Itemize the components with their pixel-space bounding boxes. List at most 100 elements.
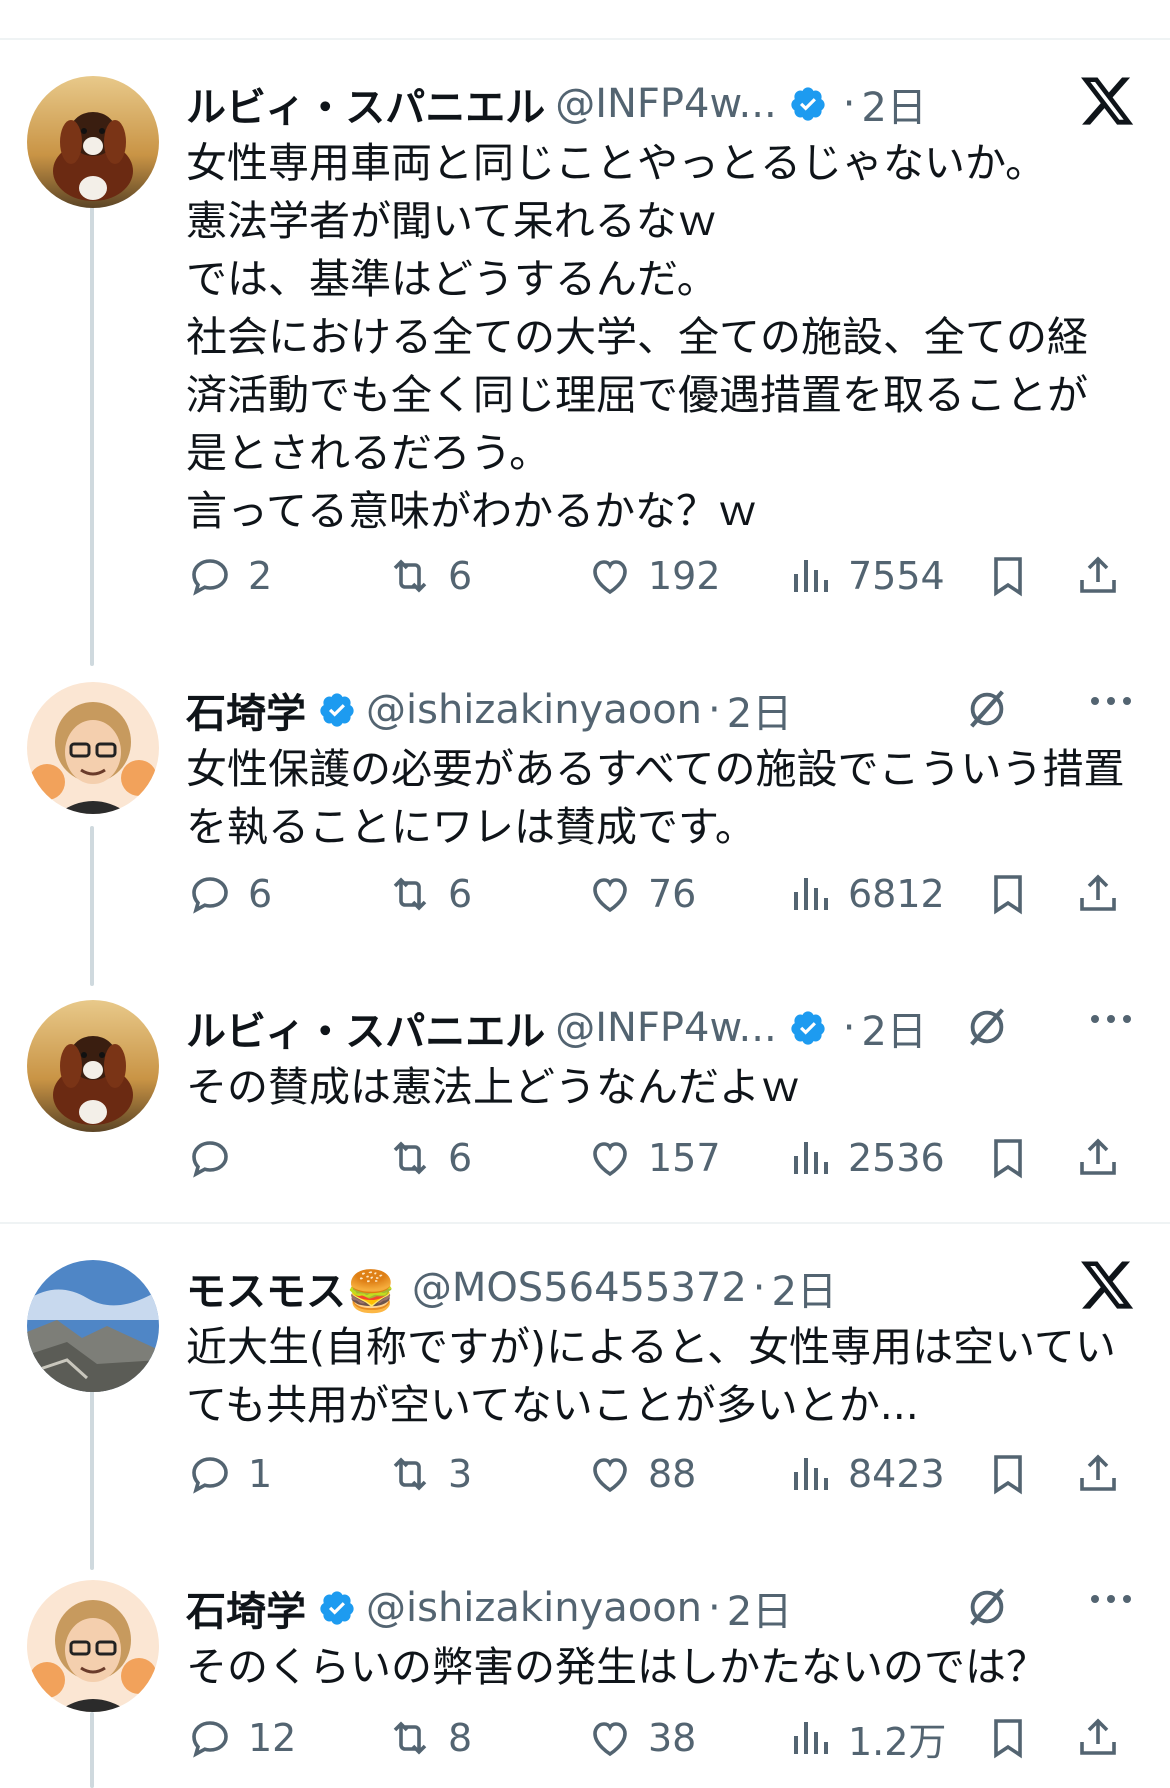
- retweet-count: 6: [448, 554, 473, 598]
- views-button[interactable]: 8423: [786, 1446, 945, 1502]
- dog-avatar[interactable]: [27, 76, 159, 208]
- display-name[interactable]: 石埼学: [186, 681, 306, 739]
- reply-icon: [192, 1457, 228, 1494]
- bookmark-icon: [994, 1719, 1022, 1759]
- more-options-icon[interactable]: [1088, 1592, 1134, 1606]
- reply-button[interactable]: 12: [186, 1710, 296, 1766]
- share-icon: [1080, 1138, 1116, 1175]
- retweet-button[interactable]: 6: [386, 548, 472, 604]
- retweet-icon: [393, 1721, 427, 1755]
- display-name[interactable]: ルビィ・スパニエル: [186, 999, 545, 1057]
- dog-avatar[interactable]: [27, 1000, 159, 1132]
- like-count: 192: [648, 554, 721, 598]
- reply-count: 12: [248, 1716, 297, 1760]
- share-button[interactable]: [1074, 1130, 1136, 1186]
- share-button[interactable]: [1074, 1710, 1136, 1766]
- share-icon: [1080, 1718, 1116, 1755]
- reply-button[interactable]: 2: [186, 548, 272, 604]
- verified-badge-icon: [791, 87, 825, 121]
- tweet-text: その賛成は憲法上どうなんだよｗ: [186, 1063, 801, 1111]
- views-chart-icon: [794, 1142, 828, 1174]
- retweet-icon: [393, 877, 427, 911]
- reply-button[interactable]: 1: [186, 1446, 272, 1502]
- more-options-icon[interactable]: [1088, 694, 1134, 708]
- tweet-text: 女性保護の必要があるすべての施設でこういう措置を執ることにワレは賛成です。: [186, 745, 1125, 851]
- tweet-actions: 6 157 2536: [186, 1130, 1146, 1186]
- timestamp[interactable]: 2日: [861, 999, 926, 1057]
- retweet-button[interactable]: 3: [386, 1446, 472, 1502]
- display-name[interactable]: ルビィ・スパニエル: [186, 75, 545, 133]
- retweet-icon: [393, 559, 427, 593]
- view-count: 1.2万: [848, 1719, 947, 1764]
- retweet-icon: [393, 1141, 427, 1175]
- handle[interactable]: @INFP4w...: [555, 81, 776, 127]
- share-icon: [1080, 1454, 1116, 1491]
- bookmark-button[interactable]: [984, 1710, 1046, 1766]
- tweet-actions: 12 8 38 1.2万: [186, 1710, 1146, 1766]
- reply-count: 1: [248, 1452, 273, 1496]
- like-button[interactable]: 157: [586, 1130, 721, 1186]
- timestamp[interactable]: 2日: [727, 681, 792, 739]
- mountain-avatar[interactable]: [27, 1260, 159, 1392]
- grok-icon[interactable]: [964, 686, 1010, 732]
- timestamp[interactable]: 2日: [861, 75, 926, 133]
- retweet-button[interactable]: 6: [386, 1130, 472, 1186]
- share-button[interactable]: [1074, 548, 1136, 604]
- x-logo-icon[interactable]: [1078, 72, 1136, 130]
- reply-icon: [192, 1141, 228, 1178]
- reply-button[interactable]: 6: [186, 866, 272, 922]
- more-options-icon[interactable]: [1088, 1012, 1134, 1026]
- display-name[interactable]: モスモス🍔: [186, 1259, 396, 1317]
- retweet-button[interactable]: 6: [386, 866, 472, 922]
- timestamp[interactable]: 2日: [727, 1579, 792, 1637]
- like-button[interactable]: 76: [586, 866, 696, 922]
- like-count: 38: [648, 1716, 697, 1760]
- bookmark-button[interactable]: [984, 866, 1046, 922]
- like-button[interactable]: 88: [586, 1446, 696, 1502]
- like-count: 76: [648, 872, 697, 916]
- retweet-button[interactable]: 8: [386, 1710, 472, 1766]
- bookmark-icon: [994, 1139, 1022, 1179]
- tweet[interactable]: ルビィ・スパニエル @INFP4w... · 2日 その賛成は憲法上どうなんだよ…: [0, 982, 1170, 1212]
- handle[interactable]: @ishizakinyaoon: [366, 1585, 702, 1631]
- reply-icon: [192, 559, 228, 596]
- timestamp[interactable]: 2日: [772, 1259, 837, 1317]
- display-name[interactable]: 石埼学: [186, 1579, 306, 1637]
- illustrated-man-avatar[interactable]: [27, 1580, 159, 1712]
- tweet[interactable]: 石埼学 @ishizakinyaoon · 2日 そのくらいの弊害の発生はしかた…: [0, 1562, 1170, 1788]
- like-button[interactable]: 38: [586, 1710, 696, 1766]
- illustrated-man-avatar[interactable]: [27, 682, 159, 814]
- tweet[interactable]: 石埼学 @ishizakinyaoon · 2日 女性保護の必要があるすべての施…: [0, 664, 1170, 964]
- bookmark-button[interactable]: [984, 548, 1046, 604]
- views-button[interactable]: 1.2万: [786, 1710, 946, 1766]
- separator-dot: ·: [842, 81, 856, 127]
- conversation-divider: [0, 1222, 1170, 1224]
- like-button[interactable]: 192: [586, 548, 721, 604]
- verified-badge-icon: [791, 1011, 825, 1045]
- grok-icon[interactable]: [964, 1584, 1010, 1630]
- heart-icon: [593, 1142, 627, 1177]
- tweet[interactable]: モスモス🍔 @MOS56455372 · 2日 近大生(自称ですが)によると、女…: [0, 1242, 1170, 1532]
- x-logo-icon[interactable]: [1078, 1256, 1136, 1314]
- bookmark-button[interactable]: [984, 1130, 1046, 1186]
- views-button[interactable]: 6812: [786, 866, 945, 922]
- share-button[interactable]: [1074, 1446, 1136, 1502]
- views-button[interactable]: 2536: [786, 1130, 945, 1186]
- like-count: 88: [648, 1452, 697, 1496]
- separator-dot: ·: [842, 1005, 856, 1051]
- handle[interactable]: @MOS56455372: [412, 1265, 747, 1311]
- handle[interactable]: @ishizakinyaoon: [366, 687, 702, 733]
- reply-button[interactable]: [186, 1130, 248, 1186]
- top-divider: [0, 38, 1170, 40]
- tweet-text: そのくらいの弊害の発生はしかたないのでは？: [186, 1643, 1047, 1691]
- share-button[interactable]: [1074, 866, 1136, 922]
- views-button[interactable]: 7554: [786, 548, 945, 604]
- bookmark-button[interactable]: [984, 1446, 1046, 1502]
- tweet[interactable]: ルビィ・スパニエル @INFP4w... · 2日 女性専用車両と同じことやっと…: [0, 58, 1170, 618]
- bookmark-icon: [994, 557, 1022, 597]
- handle[interactable]: @INFP4w...: [555, 1005, 776, 1051]
- heart-icon: [593, 1458, 627, 1493]
- grok-icon[interactable]: [964, 1004, 1010, 1050]
- tweet-text: 女性専用車両と同じことやっとるじゃないか。 憲法学者が聞いて呆れるなｗ では、基…: [186, 139, 1088, 535]
- retweet-count: 6: [448, 1136, 473, 1180]
